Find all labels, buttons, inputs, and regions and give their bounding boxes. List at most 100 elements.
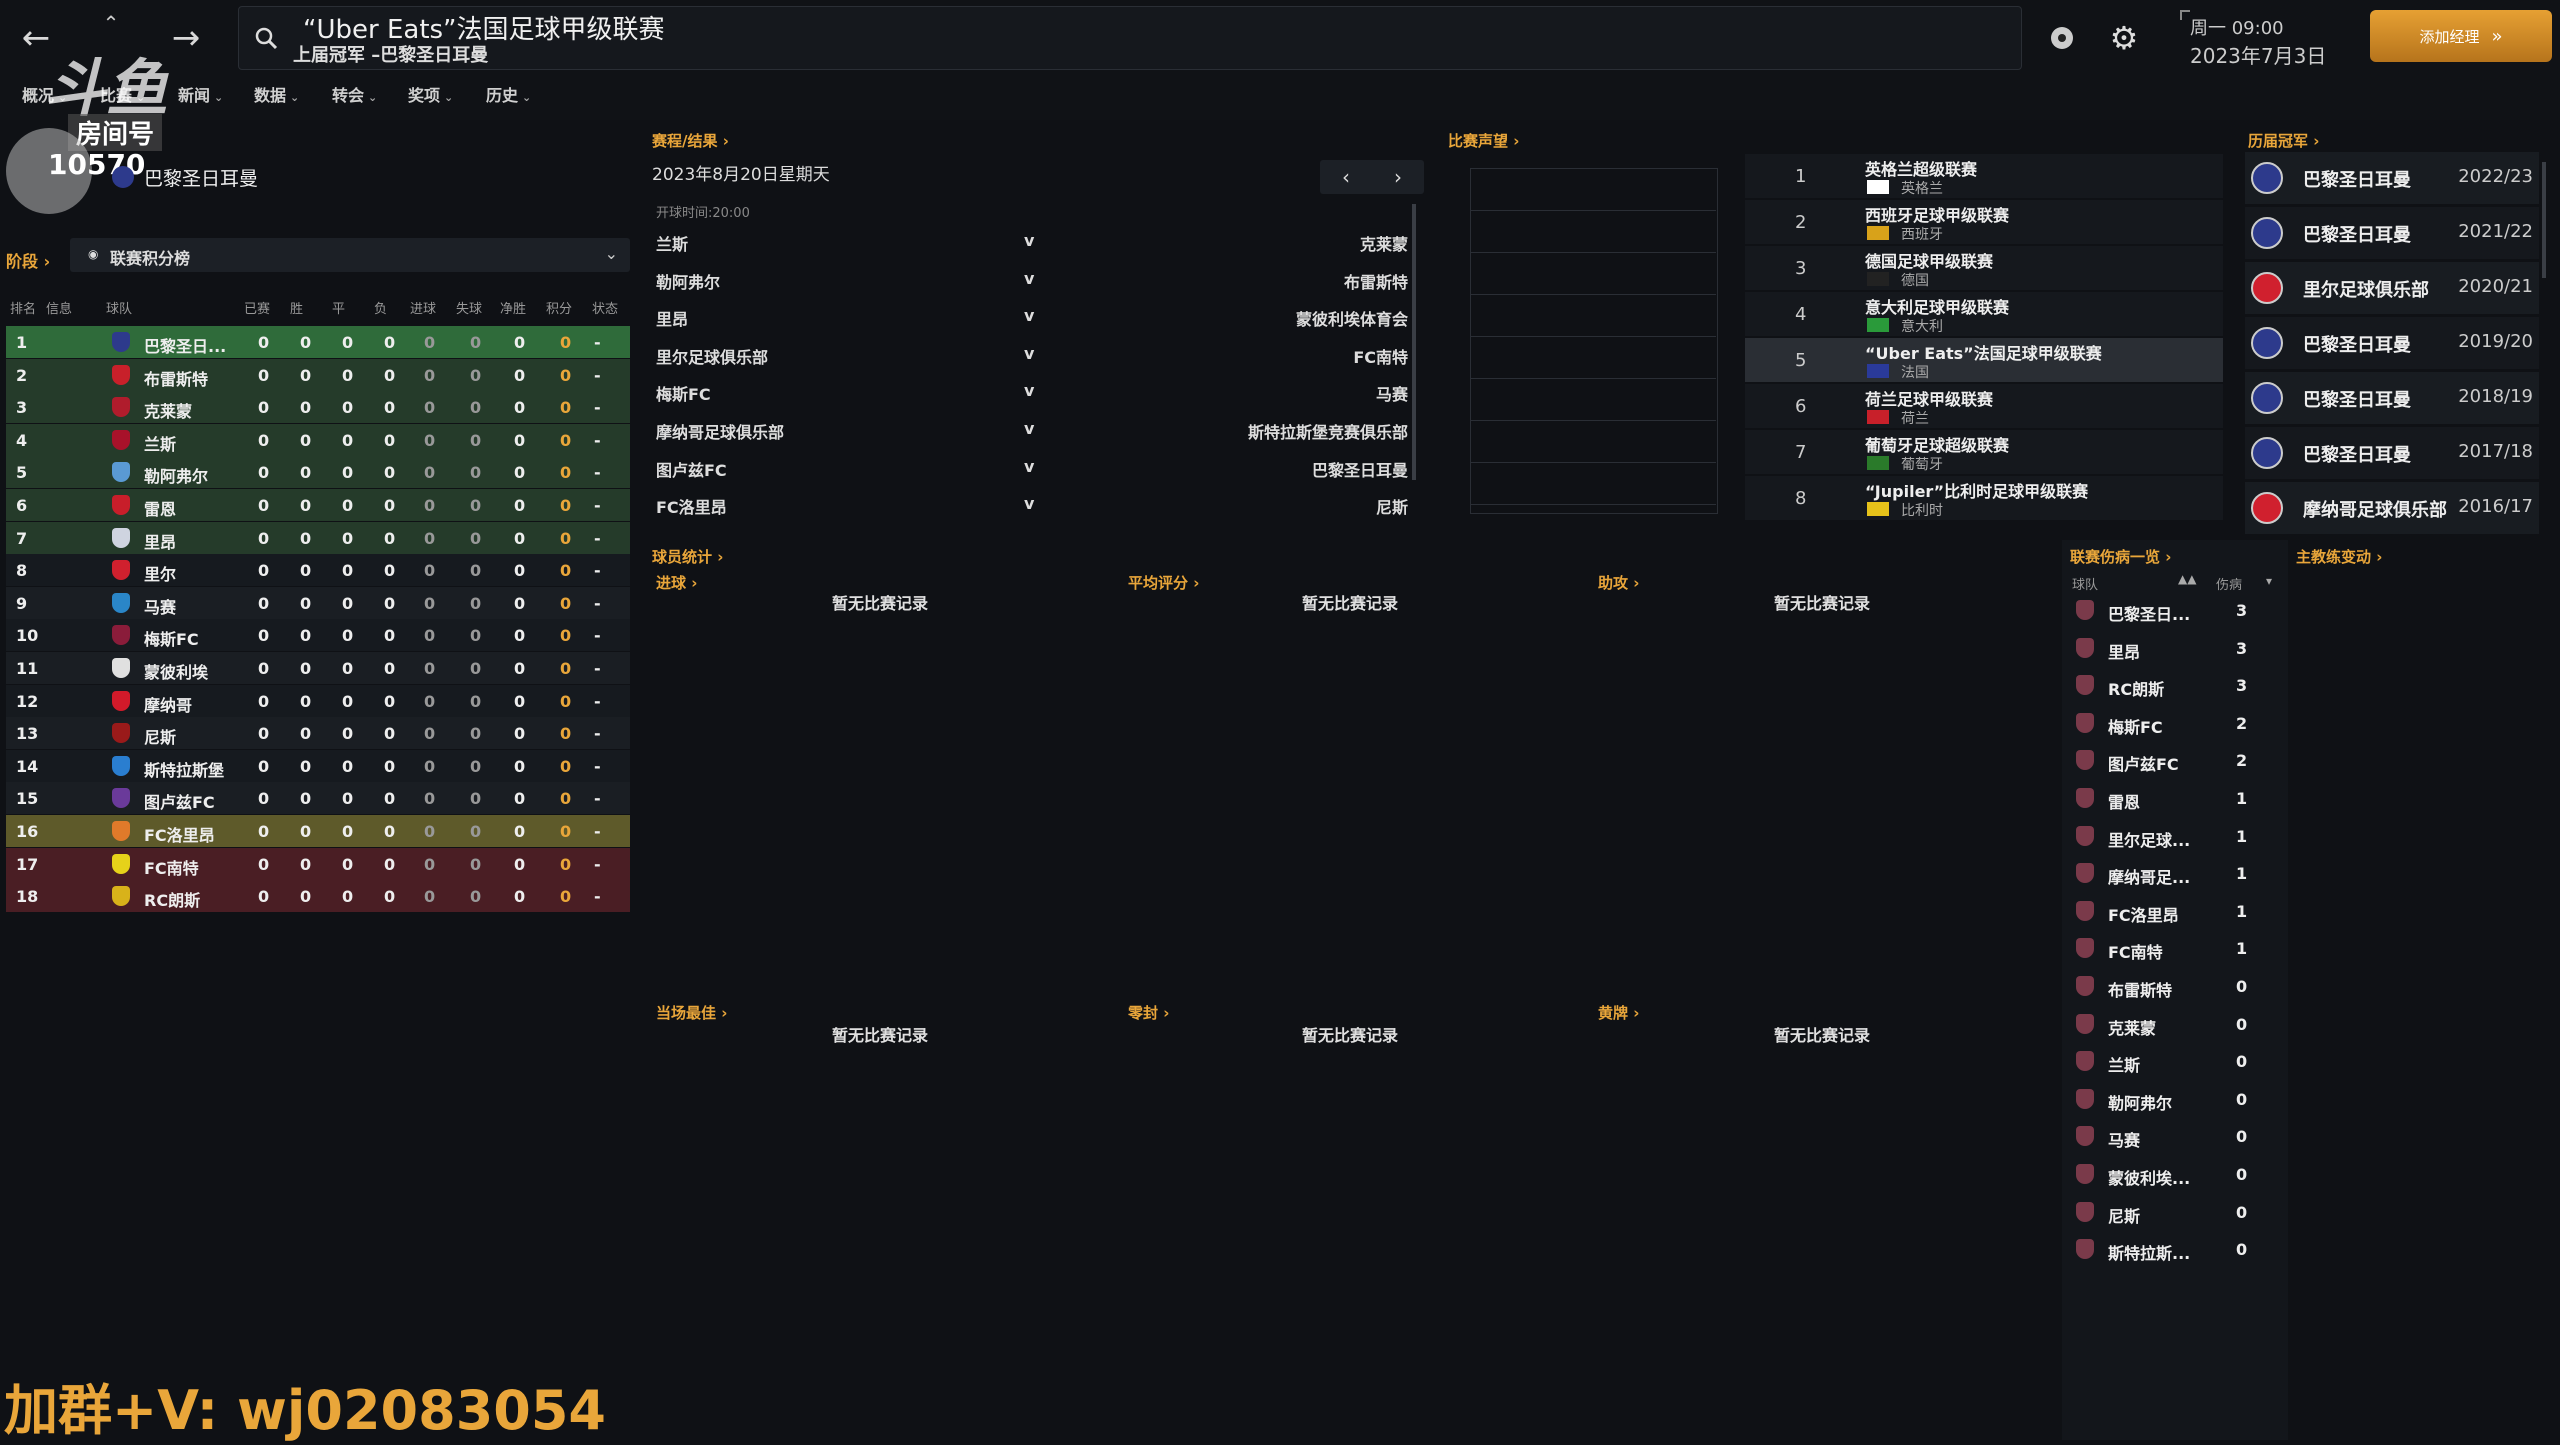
fixture-away[interactable]: 克莱蒙 (1360, 231, 1408, 255)
stat-clean-sheets[interactable]: 零封 › (1128, 1002, 1169, 1023)
reputation-league-name[interactable]: 西班牙足球甲级联赛 (1865, 202, 2009, 226)
injury-row[interactable]: FC南特 1 (2070, 930, 2290, 966)
fixture-home[interactable]: 里昂 (656, 306, 688, 330)
reputation-row[interactable]: 3 德国足球甲级联赛 德国 (1745, 246, 2223, 290)
standings-team-name[interactable]: 巴黎圣日... (144, 333, 226, 357)
col-gf[interactable]: 进球 (410, 298, 436, 317)
col-info[interactable]: 信息 (46, 298, 72, 317)
injury-team[interactable]: FC洛里昂 (2108, 902, 2179, 926)
col-drawn[interactable]: 平 (332, 298, 345, 317)
reputation-row[interactable]: 1 英格兰超级联赛 英格兰 (1745, 154, 2223, 198)
champion-row[interactable]: 巴黎圣日耳曼 2018/19 (2245, 372, 2539, 424)
champion-row[interactable]: 巴黎圣日耳曼 2021/22 (2245, 207, 2539, 259)
stage-selector[interactable]: ◉ 联赛积分榜 ⌄ (70, 238, 630, 272)
fixture-home[interactable]: 梅斯FC (656, 381, 711, 405)
standings-team-name[interactable]: 布雷斯特 (144, 366, 208, 390)
fixture-away[interactable]: 巴黎圣日耳曼 (1312, 457, 1408, 481)
fixture-row[interactable]: 图卢兹FC v 巴黎圣日耳曼 (652, 448, 1408, 484)
standings-team-name[interactable]: 里昂 (144, 529, 176, 553)
stat-avg-rating[interactable]: 平均评分 › (1128, 572, 1199, 593)
injury-row[interactable]: 斯特拉斯... 0 (2070, 1231, 2290, 1267)
champions-title[interactable]: 历届冠军 › (2248, 130, 2319, 151)
injury-row[interactable]: 克莱蒙 0 (2070, 1006, 2290, 1042)
sort-icon[interactable]: ▲▲ (2178, 572, 2196, 586)
standings-team-name[interactable]: 马赛 (144, 594, 176, 618)
reputation-row[interactable]: 5 “Uber Eats”法国足球甲级联赛 法国 (1745, 338, 2223, 382)
reputation-league-name[interactable]: 德国足球甲级联赛 (1865, 248, 1993, 272)
fixture-away[interactable]: 蒙彼利埃体育会 (1296, 306, 1408, 330)
col-team[interactable]: 球队 (106, 298, 132, 317)
fixtures-title[interactable]: 赛程/结果 › (652, 130, 729, 151)
reputation-league-name[interactable]: “Uber Eats”法国足球甲级联赛 (1865, 340, 2102, 364)
fixture-away[interactable]: 马赛 (1376, 381, 1408, 405)
standings-row[interactable]: 11 0 0 0 0 0 0 0 0 - 蒙彼利埃 (6, 652, 630, 684)
champion-team[interactable]: 摩纳哥足球俱乐部 (2303, 496, 2447, 522)
injuries-col-team[interactable]: 球队 (2072, 574, 2098, 593)
fixture-home[interactable]: FC洛里昂 (656, 494, 727, 518)
col-rank[interactable]: 排名 (10, 298, 36, 317)
menu-data[interactable]: 数据 ⌄ (254, 82, 299, 106)
injury-team[interactable]: 梅斯FC (2108, 714, 2163, 738)
menu-transfers[interactable]: 转会 ⌄ (332, 82, 377, 106)
injury-row[interactable]: 图卢兹FC 2 (2070, 742, 2290, 778)
stage-link[interactable]: 阶段 › (6, 248, 50, 272)
injury-team[interactable]: 摩纳哥足... (2108, 864, 2190, 888)
standings-row[interactable]: 3 0 0 0 0 0 0 0 0 - 克莱蒙 (6, 391, 630, 424)
fixture-home[interactable]: 勒阿弗尔 (656, 269, 720, 293)
add-manager-button[interactable]: 添加经理 » (2370, 10, 2552, 62)
col-won[interactable]: 胜 (290, 298, 303, 317)
fixture-home[interactable]: 图卢兹FC (656, 457, 727, 481)
champions-scrollbar[interactable] (2542, 162, 2546, 278)
fixture-away[interactable]: 斯特拉斯堡竞赛俱乐部 (1248, 419, 1408, 443)
champion-team[interactable]: 巴黎圣日耳曼 (2303, 166, 2411, 192)
injury-team[interactable]: 尼斯 (2108, 1203, 2140, 1227)
injury-row[interactable]: 梅斯FC 2 (2070, 705, 2290, 741)
standings-team-name[interactable]: FC南特 (144, 855, 199, 879)
fixture-row[interactable]: 里昂 v 蒙彼利埃体育会 (652, 297, 1408, 333)
date-box[interactable]: 周一 09:00 2023年7月3日 (2180, 10, 2340, 70)
injury-team[interactable]: 马赛 (2108, 1127, 2140, 1151)
stat-yellow-cards[interactable]: 黄牌 › (1598, 1002, 1639, 1023)
standings-team-name[interactable]: FC洛里昂 (144, 822, 215, 846)
injury-row[interactable]: 巴黎圣日... 3 (2070, 592, 2290, 628)
standings-row[interactable]: 12 0 0 0 0 0 0 0 0 - 摩纳哥 (6, 684, 630, 717)
stat-assists[interactable]: 助攻 › (1598, 572, 1639, 593)
injury-row[interactable]: 勒阿弗尔 0 (2070, 1081, 2290, 1117)
fixture-row[interactable]: 兰斯 v 克莱蒙 (652, 222, 1408, 258)
chevron-down-icon[interactable]: ▾ (2266, 574, 2272, 588)
injury-row[interactable]: 里尔足球... 1 (2070, 818, 2290, 854)
standings-row[interactable]: 4 0 0 0 0 0 0 0 0 - 兰斯 (6, 423, 630, 456)
standings-row[interactable]: 1 0 0 0 0 0 0 0 0 - 巴黎圣日... (6, 326, 630, 358)
standings-row[interactable]: 13 0 0 0 0 0 0 0 0 - 尼斯 (6, 717, 630, 750)
standings-team-name[interactable]: 梅斯FC (144, 626, 199, 650)
fixture-away[interactable]: FC南特 (1353, 344, 1408, 368)
chevron-left-icon[interactable]: ‹ (1320, 160, 1372, 194)
reputation-league-name[interactable]: “Jupiler”比利时足球甲级联赛 (1865, 478, 2088, 502)
menu-awards[interactable]: 奖项 ⌄ (408, 82, 453, 106)
reputation-league-name[interactable]: 意大利足球甲级联赛 (1865, 294, 2009, 318)
standings-team-name[interactable]: 勒阿弗尔 (144, 463, 208, 487)
injuries-col-count[interactable]: 伤病 (2216, 574, 2242, 593)
champion-row[interactable]: 巴黎圣日耳曼 2017/18 (2245, 427, 2539, 479)
standings-team-name[interactable]: 雷恩 (144, 496, 176, 520)
champion-row[interactable]: 巴黎圣日耳曼 2022/23 (2245, 152, 2539, 204)
col-form[interactable]: 状态 (592, 298, 618, 317)
fixture-home[interactable]: 里尔足球俱乐部 (656, 344, 768, 368)
stat-man-of-match[interactable]: 当场最佳 › (656, 1002, 727, 1023)
standings-team-name[interactable]: RC朗斯 (144, 887, 200, 911)
reputation-row[interactable]: 4 意大利足球甲级联赛 意大利 (1745, 292, 2223, 336)
injury-team[interactable]: RC朗斯 (2108, 676, 2164, 700)
injuries-title[interactable]: 联赛伤病一览 › (2070, 546, 2171, 567)
standings-row[interactable]: 18 0 0 0 0 0 0 0 0 - RC朗斯 (6, 880, 630, 913)
standings-row[interactable]: 6 0 0 0 0 0 0 0 0 - 雷恩 (6, 489, 630, 521)
reputation-title[interactable]: 比赛声望 › (1448, 130, 1519, 151)
injury-row[interactable]: RC朗斯 3 (2070, 667, 2290, 703)
reputation-row[interactable]: 7 葡萄牙足球超级联赛 葡萄牙 (1745, 430, 2223, 474)
standings-team-name[interactable]: 里尔 (144, 561, 176, 585)
injury-row[interactable]: 摩纳哥足... 1 (2070, 855, 2290, 891)
standings-row[interactable]: 16 0 0 0 0 0 0 0 0 - FC洛里昂 (6, 815, 630, 847)
injury-team[interactable]: 图卢兹FC (2108, 751, 2179, 775)
col-lost[interactable]: 负 (374, 298, 387, 317)
fixture-row[interactable]: 里尔足球俱乐部 v FC南特 (652, 335, 1408, 371)
injury-row[interactable]: 尼斯 0 (2070, 1194, 2290, 1230)
